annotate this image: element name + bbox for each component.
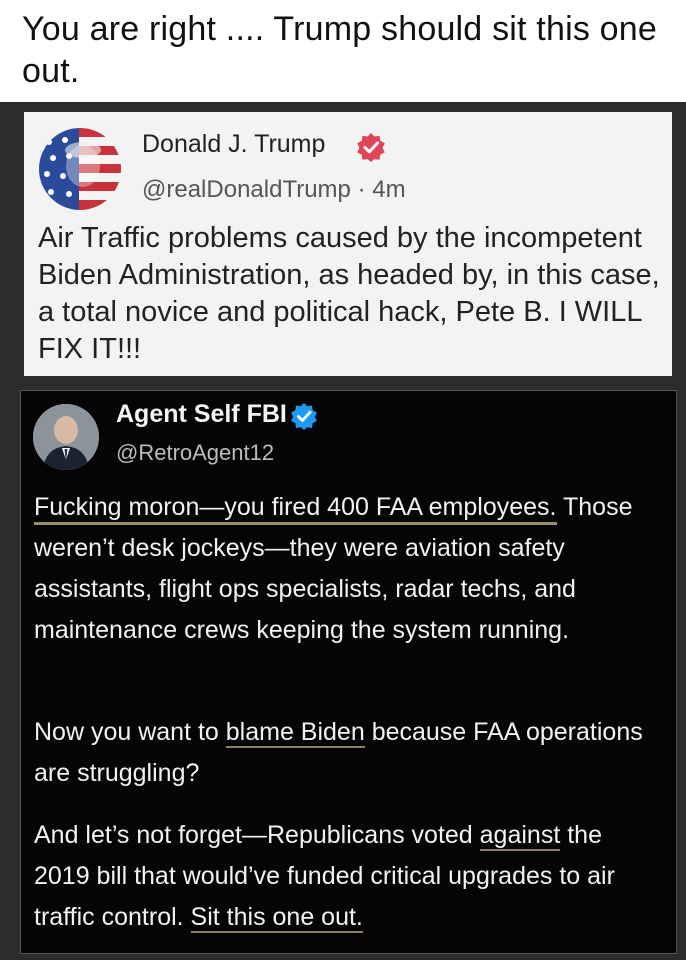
highlighted-text: blame Biden — [225, 718, 365, 748]
person-portrait-icon — [33, 404, 99, 470]
highlighted-text: moron—you fired 400 FAA employees. — [121, 493, 557, 525]
flag-portrait-icon — [39, 128, 121, 210]
agent-display-name[interactable]: Agent Self FBI — [116, 400, 287, 429]
trump-avatar[interactable] — [39, 128, 121, 210]
trump-post-body: Air Traffic problems caused by the incom… — [38, 222, 660, 365]
paragraph-text: Now you want to — [34, 718, 226, 746]
handle-separator: · — [357, 176, 366, 203]
reply-paragraph-3: And let’s not forget—Republicans voted a… — [34, 815, 664, 938]
paragraph-text: And let’s not forget—Republicans voted — [34, 821, 480, 849]
highlighted-text: Fucking — [34, 493, 122, 525]
highlighted-text: against — [479, 821, 561, 851]
reply-paragraph-2: Now you want to blame Biden because FAA … — [34, 712, 664, 794]
meme-caption: You are right .... Trump should sit this… — [22, 10, 657, 90]
trump-display-name[interactable]: Donald J. Trump — [142, 130, 325, 159]
trump-handle-line: @realDonaldTrump · 4m — [142, 176, 406, 204]
verified-badge-icon — [357, 133, 385, 162]
post-time[interactable]: 4m — [372, 176, 405, 203]
highlighted-text: Sit this one out. — [190, 903, 363, 933]
agent-avatar[interactable] — [33, 404, 99, 470]
verified-badge-icon — [291, 402, 317, 430]
trump-handle[interactable]: @realDonaldTrump — [142, 176, 351, 203]
agent-handle[interactable]: @RetroAgent12 — [116, 440, 274, 466]
reply-paragraph-1: Fucking moron—you fired 400 FAA employee… — [34, 487, 664, 651]
